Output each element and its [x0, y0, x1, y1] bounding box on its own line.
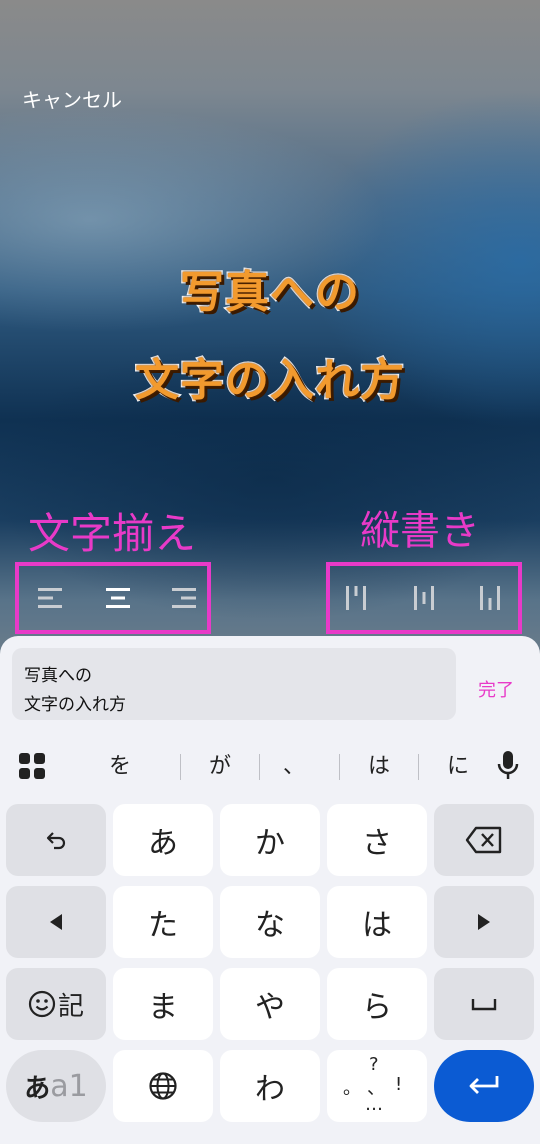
input-mode-key[interactable]: あ a1: [6, 1050, 106, 1122]
app-grid-icon[interactable]: [18, 752, 46, 780]
text-input-field[interactable]: 写真への 文字の入れ方: [12, 648, 456, 720]
suggestion-divider: [259, 754, 260, 780]
alignment-annotation-label: 文字揃え: [28, 509, 197, 558]
suggestion-item[interactable]: に: [428, 748, 488, 780]
key-ra[interactable]: ら: [327, 968, 427, 1040]
punct-ellipsis: …: [365, 1094, 383, 1115]
text-edit-sheet: 写真への 文字の入れ方 完了 を が 、 は に あ か さ た な は 記 ま…: [0, 636, 540, 1144]
punctuation-key[interactable]: ? 。 、 ! …: [327, 1050, 427, 1122]
punct-question: ?: [369, 1054, 379, 1075]
suggestion-divider: [180, 754, 181, 780]
globe-icon: [149, 1072, 177, 1100]
vertical-align-bottom-icon[interactable]: [476, 584, 504, 612]
suggestion-divider: [418, 754, 419, 780]
space-icon: [471, 999, 497, 1011]
key-a[interactable]: あ: [113, 804, 213, 876]
emoji-icon: [28, 990, 56, 1018]
suggestion-item[interactable]: 、: [264, 748, 324, 780]
mode-label-alnum: a1: [50, 1068, 88, 1104]
cursor-left-key[interactable]: [6, 886, 106, 958]
vertical-align-top-icon[interactable]: [342, 584, 370, 612]
key-ya[interactable]: や: [220, 968, 320, 1040]
undo-icon: [46, 832, 66, 850]
language-key[interactable]: [113, 1050, 213, 1122]
suggestion-item[interactable]: は: [349, 748, 409, 780]
suggestion-item[interactable]: が: [190, 748, 250, 780]
text-input-line-2: 文字の入れ方: [24, 695, 126, 715]
photo-canvas: キャンセル 写真への 文字の入れ方 文字揃え 縦書き: [0, 0, 540, 660]
suggestion-bar: を が 、 は に: [0, 740, 540, 788]
microphone-icon[interactable]: [496, 750, 520, 780]
mode-label-kana: あ: [24, 1073, 51, 1104]
align-center-icon[interactable]: [104, 584, 132, 612]
key-ma[interactable]: ま: [113, 968, 213, 1040]
align-left-icon[interactable]: [36, 584, 64, 612]
key-ha[interactable]: は: [327, 886, 427, 958]
done-button[interactable]: 完了: [478, 676, 514, 702]
vertical-annotation-label: 縦書き: [360, 508, 480, 554]
backspace-icon: [465, 826, 502, 854]
arrow-right-icon: [478, 914, 490, 930]
punct-period: 。: [343, 1078, 361, 1099]
backspace-key[interactable]: [434, 804, 534, 876]
vertical-align-center-icon[interactable]: [410, 584, 438, 612]
key-na[interactable]: な: [220, 886, 320, 958]
photo-text-line-1[interactable]: 写真への: [0, 256, 540, 320]
suggestion-item[interactable]: を: [90, 748, 150, 780]
photo-text-line-2[interactable]: 文字の入れ方: [0, 344, 540, 408]
suggestion-divider: [339, 754, 340, 780]
key-wa[interactable]: わ: [220, 1050, 320, 1122]
enter-icon: [469, 1076, 499, 1094]
key-ka[interactable]: か: [220, 804, 320, 876]
undo-key[interactable]: [6, 804, 106, 876]
emoji-symbol-key[interactable]: 記: [6, 968, 106, 1040]
emoji-key-label: 記: [57, 991, 84, 1022]
align-right-icon[interactable]: [170, 584, 198, 612]
cursor-right-key[interactable]: [434, 886, 534, 958]
punct-exclaim: !: [395, 1074, 403, 1095]
text-input-line-1: 写真への: [24, 666, 92, 686]
arrow-left-icon: [50, 914, 62, 930]
enter-key[interactable]: [434, 1050, 534, 1122]
key-sa[interactable]: さ: [327, 804, 427, 876]
cancel-button[interactable]: キャンセル: [22, 84, 122, 113]
key-ta[interactable]: た: [113, 886, 213, 958]
space-key[interactable]: [434, 968, 534, 1040]
